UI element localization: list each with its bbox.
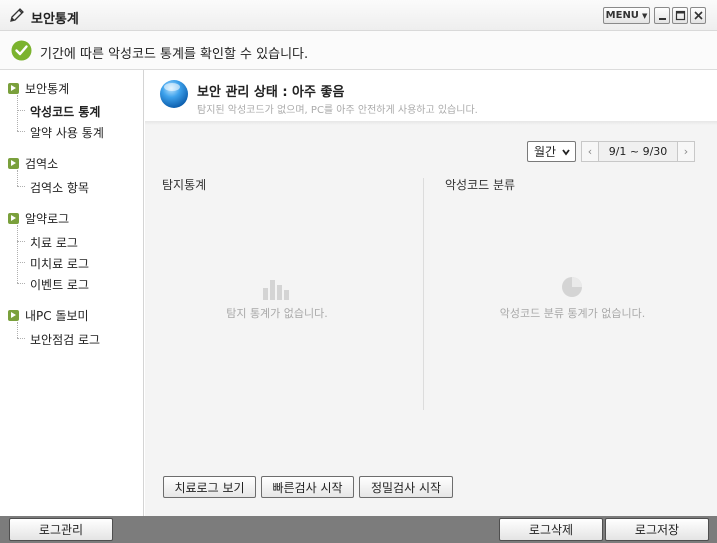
- sidebar: 보안통계 악성코드 통계 알약 사용 통계 검역소 검역소 항목 알약로그 치료…: [0, 70, 144, 516]
- chevron-down-icon: ▼: [641, 11, 648, 20]
- period-selected-value: 월간: [534, 145, 557, 159]
- next-period-button[interactable]: ›: [677, 142, 694, 161]
- log-delete-button[interactable]: 로그삭제: [499, 518, 603, 541]
- tree-line: [17, 170, 18, 186]
- check-circle-icon: [11, 40, 32, 61]
- classification-empty-text: 악성코드 분류 통계가 없습니다.: [499, 307, 646, 320]
- full-scan-button[interactable]: 정밀검사 시작: [359, 476, 453, 498]
- period-select[interactable]: 월간: [527, 141, 576, 162]
- sidebar-item-malware-stats[interactable]: 악성코드 통계: [30, 103, 100, 120]
- tree-line: [17, 322, 18, 338]
- status-title: 보안 관리 상태 : 아주 좋음: [197, 85, 345, 100]
- tree-tick: [17, 186, 25, 187]
- minimize-button[interactable]: [654, 7, 670, 24]
- arrow-bullet-icon: [8, 158, 19, 169]
- panel-shadow: [145, 121, 717, 125]
- sidebar-item-treatment-log[interactable]: 치료 로그: [30, 234, 78, 251]
- sidebar-group-pc-care[interactable]: 내PC 돌보미: [8, 307, 89, 324]
- arrow-bullet-icon: [8, 310, 19, 321]
- detection-stats-title: 탐지통계: [162, 178, 207, 192]
- status-description: 탐지된 악성코드가 없으며, PC를 아주 안전하게 사용하고 있습니다.: [197, 105, 478, 116]
- sidebar-item-untreated-log[interactable]: 미치료 로그: [30, 255, 89, 272]
- quick-scan-button[interactable]: 빠른검사 시작: [261, 476, 354, 498]
- panel-divider: [423, 178, 424, 410]
- status-panel: 보안 관리 상태 : 아주 좋음 탐지된 악성코드가 없으며, PC를 아주 안…: [145, 70, 717, 125]
- tree-tick: [17, 241, 25, 242]
- arrow-bullet-icon: [8, 83, 19, 94]
- detection-empty-text: 탐지 통계가 없습니다.: [226, 307, 328, 320]
- maximize-icon: [675, 10, 686, 21]
- notice-text: 기간에 따른 악성코드 통계를 확인할 수 있습니다.: [40, 47, 309, 62]
- sidebar-group-label: 내PC 돌보미: [25, 309, 89, 323]
- sidebar-group-label: 보안통계: [25, 82, 70, 96]
- footer-bar: 로그관리 로그삭제 로그저장: [0, 516, 717, 543]
- sidebar-group-label: 알약로그: [25, 212, 70, 226]
- main-content: 보안 관리 상태 : 아주 좋음 탐지된 악성코드가 없으며, PC를 아주 안…: [145, 70, 717, 516]
- pie-chart-icon: [562, 277, 582, 297]
- view-treatment-log-button[interactable]: 치료로그 보기: [163, 476, 256, 498]
- classification-stats-title: 악성코드 분류: [445, 178, 516, 192]
- tree-tick: [17, 131, 25, 132]
- chevron-down-icon: [562, 149, 570, 156]
- tree-line: [17, 95, 18, 131]
- prev-period-button[interactable]: ‹: [582, 142, 599, 161]
- sidebar-item-quarantine-items[interactable]: 검역소 항목: [30, 179, 89, 196]
- log-save-button[interactable]: 로그저장: [605, 518, 709, 541]
- sidebar-item-usage-stats[interactable]: 알약 사용 통계: [30, 124, 104, 141]
- close-button[interactable]: [690, 7, 706, 24]
- close-icon: [694, 11, 703, 20]
- chevron-right-icon: ›: [683, 145, 689, 158]
- tree-line: [17, 225, 18, 283]
- notice-bar: 기간에 따른 악성코드 통계를 확인할 수 있습니다.: [0, 31, 717, 70]
- menu-button[interactable]: MENU ▼: [603, 7, 650, 24]
- minimize-icon: [659, 18, 666, 20]
- tree-tick: [17, 338, 25, 339]
- title-bar: 보안통계 MENU ▼: [0, 0, 717, 31]
- pencil-icon: [10, 8, 24, 22]
- sidebar-item-security-check-log[interactable]: 보안점검 로그: [30, 331, 100, 348]
- tree-tick: [17, 283, 25, 284]
- menu-label: MENU: [605, 10, 639, 21]
- log-manage-button[interactable]: 로그관리: [9, 518, 113, 541]
- chevron-left-icon: ‹: [587, 145, 593, 158]
- bar-chart-icon: [263, 280, 289, 300]
- arrow-bullet-icon: [8, 213, 19, 224]
- sidebar-item-event-log[interactable]: 이벤트 로그: [30, 276, 89, 293]
- maximize-button[interactable]: [672, 7, 688, 24]
- window-title: 보안통계: [31, 12, 79, 27]
- sidebar-group-quarantine[interactable]: 검역소: [8, 155, 58, 172]
- date-range-navigator: ‹ 9/1 ~ 9/30 ›: [581, 141, 695, 162]
- status-orb-icon: [160, 80, 188, 108]
- tree-tick: [17, 110, 25, 111]
- date-range-text: 9/1 ~ 9/30: [608, 145, 668, 158]
- sidebar-group-label: 검역소: [25, 157, 59, 171]
- tree-tick: [17, 262, 25, 263]
